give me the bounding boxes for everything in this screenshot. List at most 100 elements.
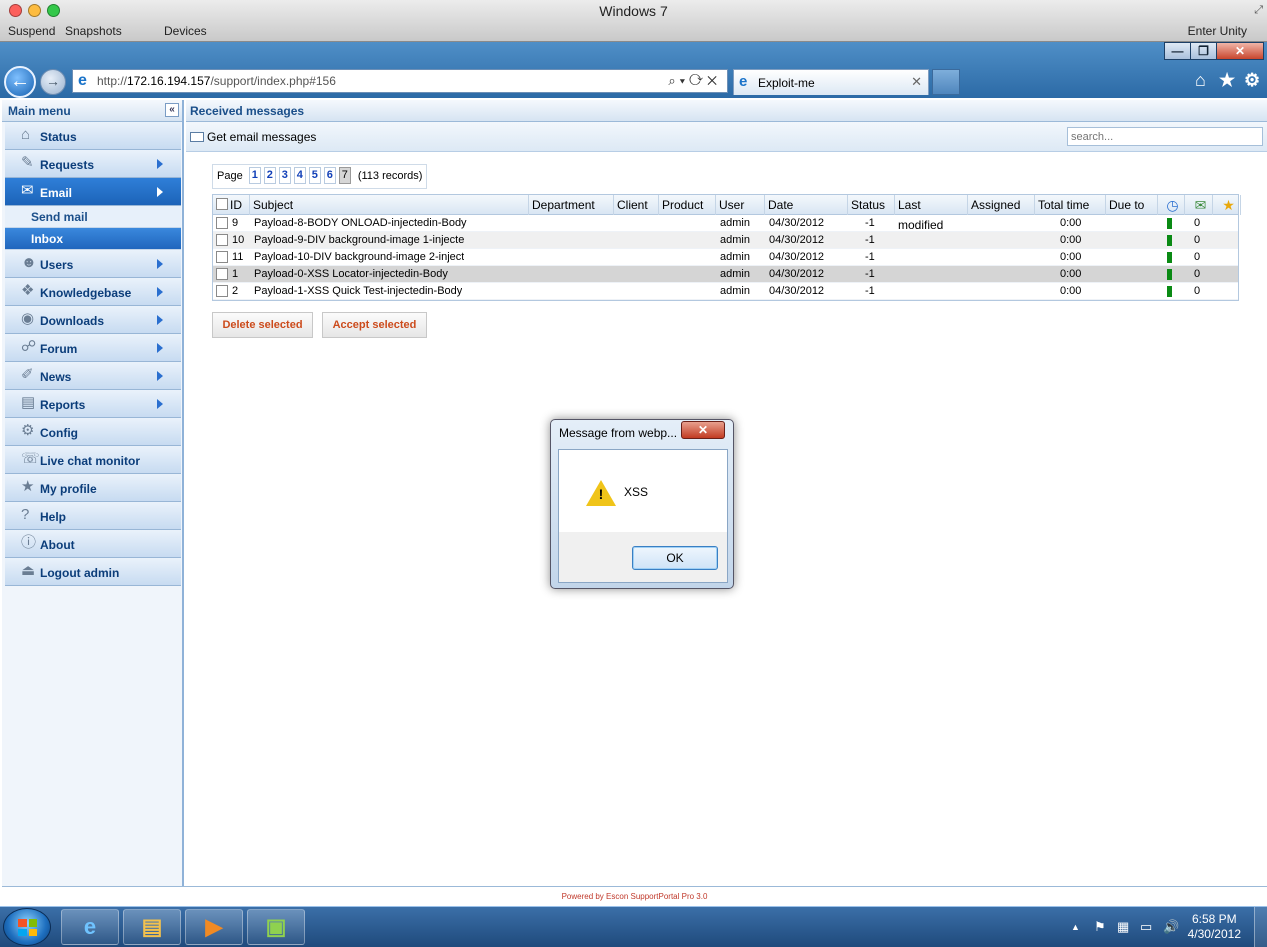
sidebar-item-downloads[interactable]: ◉ Downloads	[5, 306, 181, 334]
column-header-status[interactable]: Status	[848, 195, 895, 215]
expand-arrow-icon[interactable]	[157, 371, 163, 381]
collapse-icon[interactable]: «	[165, 103, 179, 117]
column-header-client[interactable]: Client	[614, 195, 659, 215]
sidebar-item-knowledgebase[interactable]: ❖ Knowledgebase	[5, 278, 181, 306]
close-window-button[interactable]: ✕	[1216, 42, 1264, 60]
minimize-button[interactable]: —	[1164, 42, 1191, 60]
home-icon[interactable]: ⌂	[1195, 70, 1206, 91]
column-header-department[interactable]: Department	[529, 195, 614, 215]
forward-button[interactable]: →	[40, 69, 66, 95]
mail-column-icon[interactable]: ✉	[1186, 195, 1213, 215]
enter-unity-button[interactable]: Enter Unity	[1188, 24, 1247, 38]
tab-close-icon[interactable]: ✕	[911, 70, 922, 94]
expand-arrow-icon[interactable]	[157, 343, 163, 353]
sidebar-item-email[interactable]: ✉ Email	[5, 178, 181, 206]
expand-arrow-icon[interactable]	[157, 159, 163, 169]
network-adapter-icon[interactable]: ▦	[1117, 919, 1129, 935]
column-header-product[interactable]: Product	[659, 195, 716, 215]
dialog-close-button[interactable]: ✕	[681, 421, 725, 439]
clock[interactable]: 6:58 PM 4/30/2012	[1188, 912, 1241, 942]
sidebar-subitem-inbox[interactable]: Inbox	[5, 228, 181, 250]
internet-explorer-taskbar-button[interactable]: e	[61, 909, 119, 945]
expand-arrow-icon[interactable]	[157, 287, 163, 297]
column-header-user[interactable]: User	[716, 195, 765, 215]
action-center-icon[interactable]: ⚑	[1094, 919, 1106, 935]
sidebar-item-news[interactable]: ✐ News	[5, 362, 181, 390]
sidebar-item-users[interactable]: ☻ Users	[5, 250, 181, 278]
show-desktop-button[interactable]	[1254, 907, 1267, 947]
tools-icon[interactable]: ⚙	[1244, 70, 1260, 91]
back-button[interactable]: ←	[4, 66, 36, 98]
address-controls-icon[interactable]: ⌕▾⟳✕	[668, 70, 721, 92]
vmware-tools-taskbar-button[interactable]: ▣	[247, 909, 305, 945]
network-icon[interactable]: ▭	[1140, 919, 1152, 935]
sidebar-item-requests[interactable]: ✎ Requests	[5, 150, 181, 178]
row-checkbox[interactable]	[216, 217, 228, 229]
row-checkbox[interactable]	[216, 268, 228, 280]
sidebar-item-label: Help	[40, 510, 67, 524]
sidebar-item-about[interactable]: ⓘ About	[5, 530, 181, 558]
sidebar-item-logout-admin[interactable]: ⏏ Logout admin	[5, 558, 181, 586]
page-link-4[interactable]: 4	[293, 167, 306, 184]
row-checkbox[interactable]	[216, 251, 228, 263]
restore-button[interactable]: ❐	[1190, 42, 1217, 60]
accept-selected-button[interactable]: Accept selected	[322, 312, 427, 338]
sidebar-item-label: Logout admin	[40, 566, 120, 580]
devices-button[interactable]: Devices	[164, 24, 207, 38]
table-row[interactable]: 9 Payload-8-BODY ONLOAD-injectedin-Body ad…	[213, 215, 1238, 232]
table-row[interactable]: 2 Payload-1-XSS Quick Test-injectedin-Bod…	[213, 283, 1238, 300]
sidebar-item-status[interactable]: ⌂ Status	[5, 122, 181, 150]
tab-exploit-me[interactable]: e Exploit-me ✕	[733, 69, 929, 95]
sidebar-item-help[interactable]: ? Help	[5, 502, 181, 530]
page-link-7[interactable]: 7	[338, 167, 351, 184]
ok-button[interactable]: OK	[632, 546, 718, 570]
sidebar-item-forum[interactable]: ☍ Forum	[5, 334, 181, 362]
snapshots-button[interactable]: Snapshots	[65, 24, 122, 38]
sidebar-subitem-send-mail[interactable]: Send mail	[5, 206, 181, 228]
column-header-last-modified[interactable]: Last modified	[895, 195, 968, 232]
new-tab-button[interactable]	[932, 69, 960, 95]
column-header-due-to[interactable]: Due to	[1106, 195, 1158, 215]
file-explorer-taskbar-button[interactable]: ▤	[123, 909, 181, 945]
column-header-subject[interactable]: Subject	[250, 195, 529, 215]
suspend-button[interactable]: Suspend	[8, 24, 55, 38]
page-link-6[interactable]: 6	[323, 167, 336, 184]
page-link-3[interactable]: 3	[278, 167, 291, 184]
expand-arrow-icon[interactable]	[157, 187, 163, 197]
table-row[interactable]: 1 Payload-0-XSS Locator-injectedin-Body ad…	[213, 266, 1238, 283]
star-column-icon[interactable]: ★	[1214, 195, 1241, 215]
time-column-icon[interactable]: ◷	[1158, 195, 1185, 215]
column-header-date[interactable]: Date	[765, 195, 848, 215]
column-header-assigned[interactable]: Assigned	[968, 195, 1035, 215]
expand-arrow-icon[interactable]	[157, 399, 163, 409]
table-row[interactable]: 10 Payload-9-DIV background-image 1-injec…	[213, 232, 1238, 249]
row-checkbox[interactable]	[216, 285, 228, 297]
favorites-icon[interactable]: ★	[1219, 70, 1235, 91]
row-checkbox[interactable]	[216, 234, 228, 246]
address-bar[interactable]: e http://172.16.194.157/support/index.ph…	[72, 69, 728, 93]
volume-icon[interactable]: 🔊	[1163, 919, 1179, 935]
column-header-id[interactable]: ID	[227, 195, 250, 215]
expand-arrow-icon[interactable]	[157, 259, 163, 269]
page-link-2[interactable]: 2	[263, 167, 276, 184]
resize-icon[interactable]: ⤢	[1254, 4, 1263, 17]
get-email-button[interactable]: Get email messages	[190, 130, 316, 144]
column-header-total-time[interactable]: Total time	[1035, 195, 1106, 215]
cell-id: 11	[232, 251, 244, 263]
menu-list: ⌂ Status ✎ Requests ✉ Email Send mail Inbox ☻ Use…	[2, 122, 182, 586]
cell-user: admin	[720, 217, 750, 229]
page-link-1[interactable]: 1	[248, 167, 261, 184]
search-input[interactable]	[1067, 127, 1263, 146]
sidebar-item-live-chat-monitor[interactable]: ☏ Live chat monitor	[5, 446, 181, 474]
cell-id: 10	[232, 234, 245, 246]
sidebar-item-reports[interactable]: ▤ Reports	[5, 390, 181, 418]
sidebar-item-my-profile[interactable]: ★ My profile	[5, 474, 181, 502]
media-player-taskbar-button[interactable]: ▶	[185, 909, 243, 945]
start-button[interactable]	[3, 908, 51, 946]
expand-arrow-icon[interactable]	[157, 315, 163, 325]
table-row[interactable]: 11 Payload-10-DIV background-image 2-inje…	[213, 249, 1238, 266]
sidebar-item-config[interactable]: ⚙ Config	[5, 418, 181, 446]
page-link-5[interactable]: 5	[308, 167, 321, 184]
delete-selected-button[interactable]: Delete selected	[212, 312, 313, 338]
show-hidden-icons-icon[interactable]: ▲	[1071, 922, 1080, 932]
